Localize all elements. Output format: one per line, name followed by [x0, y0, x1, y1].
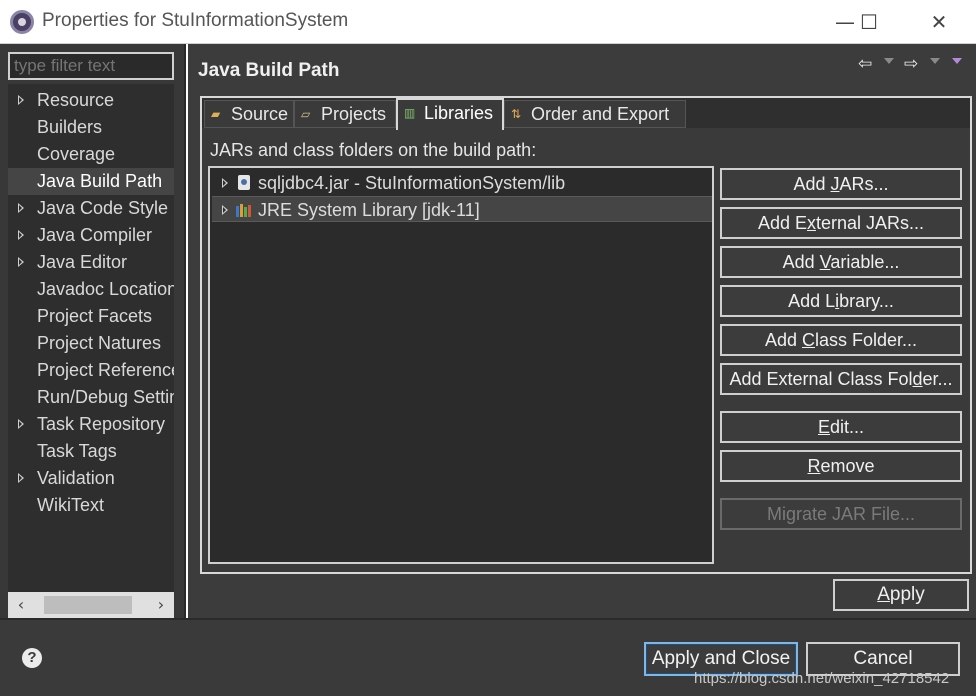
expand-triangle-icon[interactable]	[18, 95, 24, 105]
source-folder-icon: ▰	[211, 107, 221, 121]
sidebar-item-validation[interactable]: Validation	[8, 465, 174, 492]
tab-label: Order and Export	[531, 104, 670, 124]
back-dropdown-icon[interactable]	[884, 58, 894, 64]
sidebar-item-project-references[interactable]: Project References	[8, 357, 174, 384]
libraries-icon: ▥	[404, 106, 416, 120]
preferences-sidebar: Resource Builders Coverage Java Build Pa…	[0, 44, 186, 630]
libraries-tree[interactable]: sqljdbc4.jar - StuInformationSystem/lib …	[208, 166, 714, 564]
view-menu-icon[interactable]	[952, 58, 962, 64]
page-title: Java Build Path	[198, 60, 340, 81]
sidebar-item-label: Builders	[37, 117, 103, 137]
library-label: sqljdbc4.jar - StuInformationSystem/lib	[258, 173, 566, 193]
sidebar-item-label: Validation	[37, 468, 115, 488]
sidebar-item-label: Project Facets	[37, 306, 153, 326]
expand-triangle-icon[interactable]	[18, 473, 24, 483]
build-path-tabs: ▰ Source ▱ Projects ▥ Libraries ⇅ Order …	[200, 96, 972, 574]
jar-icon	[238, 175, 250, 190]
title-bar: Properties for StuInformationSystem — ☐ …	[0, 0, 976, 44]
window-title: Properties for StuInformationSystem	[42, 10, 349, 31]
eclipse-icon	[10, 10, 34, 34]
tab-strip: ▰ Source ▱ Projects ▥ Libraries ⇅ Order …	[202, 98, 970, 130]
tab-order-and-export[interactable]: ⇅ Order and Export	[504, 100, 686, 128]
add-external-class-folder-button[interactable]: Add External Class Folder...	[720, 363, 962, 395]
scrollbar-thumb[interactable]	[44, 596, 132, 614]
sidebar-item-project-natures[interactable]: Project Natures	[8, 330, 174, 357]
sidebar-item-wikitext[interactable]: WikiText	[8, 492, 174, 519]
sidebar-item-label: Coverage	[37, 144, 116, 164]
migrate-jar-button: Migrate JAR File...	[720, 498, 962, 530]
filter-input[interactable]	[8, 52, 174, 80]
close-button[interactable]: ✕	[916, 6, 962, 38]
sidebar-item-task-repository[interactable]: Task Repository	[8, 411, 174, 438]
add-library-button[interactable]: Add Library...	[720, 285, 962, 317]
sidebar-item-builders[interactable]: Builders	[8, 114, 174, 141]
sidebar-item-label: Task Tags	[37, 441, 117, 461]
library-row-sqljdbc4[interactable]: sqljdbc4.jar - StuInformationSystem/lib	[212, 170, 712, 196]
sidebar-item-label: Java Editor	[37, 252, 128, 272]
tab-label: Libraries	[424, 103, 494, 123]
sidebar-item-label: Project References	[37, 360, 174, 380]
tab-label: Source	[231, 104, 289, 124]
help-icon[interactable]: ?	[22, 648, 42, 668]
property-page: Java Build Path ⇦ ⇨ ▰ Source ▱ Projects …	[188, 44, 976, 618]
forward-dropdown-icon[interactable]	[930, 58, 940, 64]
property-page-tree: Resource Builders Coverage Java Build Pa…	[8, 84, 174, 630]
libraries-description: JARs and class folders on the build path…	[210, 140, 537, 160]
forward-arrow-icon[interactable]: ⇨	[904, 54, 918, 74]
sidebar-item-javadoc-location[interactable]: Javadoc Location	[8, 276, 174, 303]
expand-triangle-icon[interactable]	[222, 178, 228, 188]
sidebar-item-task-tags[interactable]: Task Tags	[8, 438, 174, 465]
tab-label: Projects	[321, 104, 387, 124]
sidebar-item-label: Java Compiler	[37, 225, 153, 245]
remove-button[interactable]: Remove	[720, 450, 962, 482]
dialog-footer: ? Apply and Close Cancel https://blog.cs…	[0, 618, 976, 696]
sidebar-item-project-facets[interactable]: Project Facets	[8, 303, 174, 330]
add-class-folder-button[interactable]: Add Class Folder...	[720, 324, 962, 356]
add-external-jars-button[interactable]: Add External JARs...	[720, 207, 962, 239]
tab-projects[interactable]: ▱ Projects	[294, 100, 396, 128]
sidebar-item-label: WikiText	[37, 495, 104, 515]
sidebar-item-label: Java Code Style	[37, 198, 169, 218]
scroll-right-icon[interactable]: ›	[150, 594, 172, 616]
horizontal-scrollbar[interactable]: ‹ ›	[8, 592, 174, 618]
sidebar-item-label: Javadoc Location	[37, 279, 174, 299]
library-row-jre-system[interactable]: JRE System Library [jdk-11]	[212, 196, 712, 222]
expand-triangle-icon[interactable]	[222, 205, 228, 215]
order-export-icon: ⇅	[511, 107, 522, 121]
sidebar-item-coverage[interactable]: Coverage	[8, 141, 174, 168]
sidebar-item-java-build-path[interactable]: Java Build Path	[8, 168, 174, 195]
tab-libraries[interactable]: ▥ Libraries	[396, 98, 504, 130]
sidebar-item-java-editor[interactable]: Java Editor	[8, 249, 174, 276]
projects-icon: ▱	[301, 107, 311, 121]
sidebar-item-java-code-style[interactable]: Java Code Style	[8, 195, 174, 222]
back-arrow-icon[interactable]: ⇦	[858, 54, 872, 74]
sidebar-item-resource[interactable]: Resource	[8, 87, 174, 114]
sidebar-item-label: Task Repository	[37, 414, 166, 434]
sidebar-item-label: Java Build Path	[37, 171, 163, 191]
maximize-button[interactable]: ☐	[846, 6, 892, 38]
sidebar-item-run-debug-settings[interactable]: Run/Debug Settings	[8, 384, 174, 411]
expand-triangle-icon[interactable]	[18, 230, 24, 240]
add-jars-button[interactable]: Add JARs...	[720, 168, 962, 200]
expand-triangle-icon[interactable]	[18, 257, 24, 267]
sidebar-item-java-compiler[interactable]: Java Compiler	[8, 222, 174, 249]
edit-button[interactable]: Edit...	[720, 411, 962, 443]
expand-triangle-icon[interactable]	[18, 203, 24, 213]
library-label: JRE System Library [jdk-11]	[258, 200, 480, 220]
sidebar-item-label: Resource	[37, 90, 115, 110]
scroll-left-icon[interactable]: ‹	[10, 594, 32, 616]
watermark: https://blog.csdn.net/weixin_42718542	[694, 670, 950, 687]
apply-button[interactable]: Apply	[833, 579, 969, 611]
add-variable-button[interactable]: Add Variable...	[720, 246, 962, 278]
tab-source[interactable]: ▰ Source	[204, 100, 294, 128]
sidebar-item-label: Project Natures	[37, 333, 162, 353]
expand-triangle-icon[interactable]	[18, 419, 24, 429]
sidebar-item-label: Run/Debug Settings	[37, 387, 174, 407]
library-icon	[236, 204, 252, 217]
